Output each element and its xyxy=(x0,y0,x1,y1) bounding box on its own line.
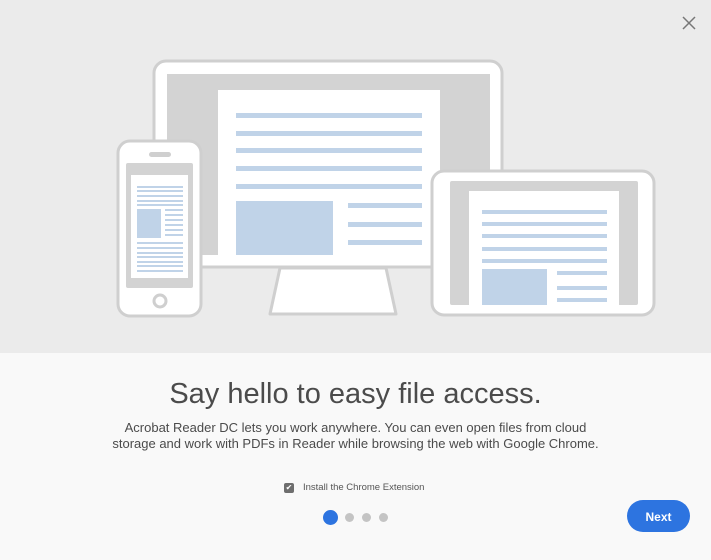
devices-illustration xyxy=(116,59,656,318)
description: Acrobat Reader DC lets you work anywhere… xyxy=(112,420,599,451)
illustration-area xyxy=(0,0,711,353)
pagination-dots xyxy=(323,510,396,525)
page-dot-3[interactable] xyxy=(362,513,371,522)
page-dot-2[interactable] xyxy=(345,513,354,522)
page-title: Say hello to easy file access. xyxy=(169,378,542,410)
checkbox-label: Install the Chrome Extension xyxy=(303,482,425,493)
page-dot-1-active[interactable] xyxy=(323,510,338,525)
chrome-extension-checkbox[interactable]: ✔ Install the Chrome Extension xyxy=(284,482,424,493)
close-icon[interactable] xyxy=(680,14,698,32)
tablet-illustration xyxy=(430,169,656,317)
phone-illustration xyxy=(116,139,203,318)
page-dot-4[interactable] xyxy=(379,513,388,522)
next-button[interactable]: Next xyxy=(627,500,690,532)
checkbox-checked-icon[interactable]: ✔ xyxy=(284,482,294,493)
